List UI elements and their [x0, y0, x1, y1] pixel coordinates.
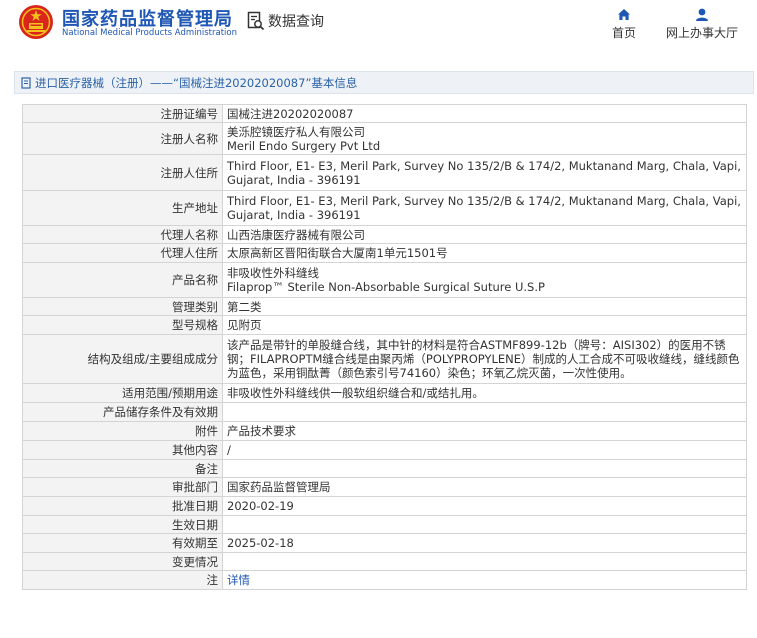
field-value: Third Floor, E1- E3, Meril Park, Survey … [222, 190, 747, 226]
field-value: 2020-02-19 [222, 496, 747, 516]
field-label: 变更情况 [22, 552, 223, 571]
field-value: 产品技术要求 [222, 421, 747, 441]
field-label: 其他内容 [22, 440, 223, 460]
field-label: 注 [22, 570, 223, 590]
table-row: 生产地址 Third Floor, E1- E3, Meril Park, Sur… [22, 190, 747, 226]
table-row: 注详情 [22, 570, 747, 590]
field-value: 山西浩康医疗器械有限公司 [222, 225, 747, 244]
table-row: 其他内容 / [22, 440, 747, 460]
detail-link[interactable]: 详情 [227, 573, 250, 587]
field-value [222, 552, 747, 571]
nav-home[interactable]: 首页 [606, 6, 642, 41]
table-row: 注册证编号 国械注进20202020087 [22, 104, 747, 123]
field-value: 国家药品监督管理局 [222, 477, 747, 497]
user-icon [696, 8, 708, 21]
field-value: 2025-02-18 [222, 533, 747, 553]
field-value: 第二类 [222, 297, 747, 316]
nav-home-label: 首页 [611, 26, 636, 40]
table-row: 管理类别 第二类 [22, 297, 747, 316]
breadcrumb-separator: —— [150, 75, 173, 90]
field-label: 批准日期 [22, 496, 223, 516]
site-header: 国家药品监督管理局 National Medical Products Admi… [0, 0, 757, 50]
field-label: 产品名称 [22, 262, 223, 298]
table-row: 附件 产品技术要求 [22, 421, 747, 441]
field-value [222, 402, 747, 422]
field-value: 太原高新区晋阳街联合大厦南1单元1501号 [222, 243, 747, 263]
field-label: 注册人名称 [22, 122, 223, 155]
breadcrumb: 进口医疗器械（注册） —— “国械注进20202020087”基本信息 [14, 71, 754, 94]
table-row: 生效日期 [22, 515, 747, 534]
table-row: 产品名称 非吸收性外科缝线 Filaprop™ Sterile Non-Absor… [22, 262, 747, 298]
table-row: 代理人住所 太原高新区晋阳街联合大厦南1单元1501号 [22, 243, 747, 263]
field-label: 产品储存条件及有效期 [22, 402, 223, 422]
field-value: 该产品是带针的单股缝合线，其中针的材料是符合ASTMF899-12b（牌号：AI… [222, 334, 747, 384]
field-value: Third Floor, E1- E3, Meril Park, Survey … [222, 154, 747, 191]
field-value: 见附页 [222, 315, 747, 335]
field-value [222, 459, 747, 478]
field-label: 附件 [22, 421, 223, 441]
table-row: 适用范围/预期用途 非吸收性外科缝线供一般软组织缝合和/或结扎用。 [22, 383, 747, 403]
table-row: 产品储存条件及有效期 [22, 402, 747, 422]
site-logo-subtitle: National Medical Products Administration [62, 28, 237, 38]
breadcrumb-category[interactable]: 进口医疗器械（注册） [35, 75, 150, 91]
table-row: 批准日期 2020-02-19 [22, 496, 747, 516]
field-value-cell: 详情 [222, 570, 747, 590]
table-row: 审批部门 国家药品监督管理局 [22, 477, 747, 497]
field-value: / [222, 440, 747, 460]
table-row: 型号规格 见附页 [22, 315, 747, 335]
field-label: 适用范围/预期用途 [22, 383, 223, 403]
table-row: 注册人名称 美泺腔镜医疗私人有限公司 Meril Endo Surgery Pvt… [22, 122, 747, 155]
field-value: 非吸收性外科缝线供一般软组织缝合和/或结扎用。 [222, 383, 747, 403]
field-value: 国械注进20202020087 [222, 104, 747, 123]
table-row: 有效期至 2025-02-18 [22, 533, 747, 553]
field-label: 代理人住所 [22, 243, 223, 263]
breadcrumb-title: “国械注进20202020087”基本信息 [173, 75, 358, 90]
document-icon [21, 76, 31, 89]
field-value: 非吸收性外科缝线 Filaprop™ Sterile Non-Absorbabl… [222, 262, 747, 298]
field-label: 管理类别 [22, 297, 223, 316]
field-label: 生产地址 [22, 190, 223, 226]
registration-info-table: 注册证编号 国械注进20202020087 注册人名称 美泺腔镜医疗私人有限公司 Me… [22, 104, 747, 590]
data-query-link[interactable]: 数据查询 [247, 10, 324, 32]
table-row: 代理人名称 山西浩康医疗器械有限公司 [22, 225, 747, 244]
field-label: 型号规格 [22, 315, 223, 335]
field-label: 审批部门 [22, 477, 223, 497]
nav-online-office-label: 网上办事大厅 [665, 26, 738, 40]
field-label: 生效日期 [22, 515, 223, 534]
field-label: 代理人名称 [22, 225, 223, 244]
field-label: 有效期至 [22, 533, 223, 553]
national-emblem-icon [19, 5, 53, 39]
document-search-icon [247, 11, 265, 31]
field-label: 注册证编号 [22, 104, 223, 123]
field-label: 备注 [22, 459, 223, 478]
table-row: 结构及组成/主要组成成分 该产品是带针的单股缝合线，其中针的材料是符合ASTMF8… [22, 334, 747, 384]
table-row: 变更情况 [22, 552, 747, 571]
table-row: 注册人住所 Third Floor, E1- E3, Meril Park, Su… [22, 154, 747, 191]
data-query-label: 数据查询 [268, 14, 324, 30]
nav-online-office[interactable]: 网上办事大厅 [660, 6, 744, 41]
home-icon [618, 9, 630, 20]
field-label: 结构及组成/主要组成成分 [22, 334, 223, 384]
field-value: 美泺腔镜医疗私人有限公司 Meril Endo Surgery Pvt Ltd [222, 122, 747, 155]
field-label: 注册人住所 [22, 154, 223, 191]
field-value [222, 515, 747, 534]
table-row: 备注 [22, 459, 747, 478]
